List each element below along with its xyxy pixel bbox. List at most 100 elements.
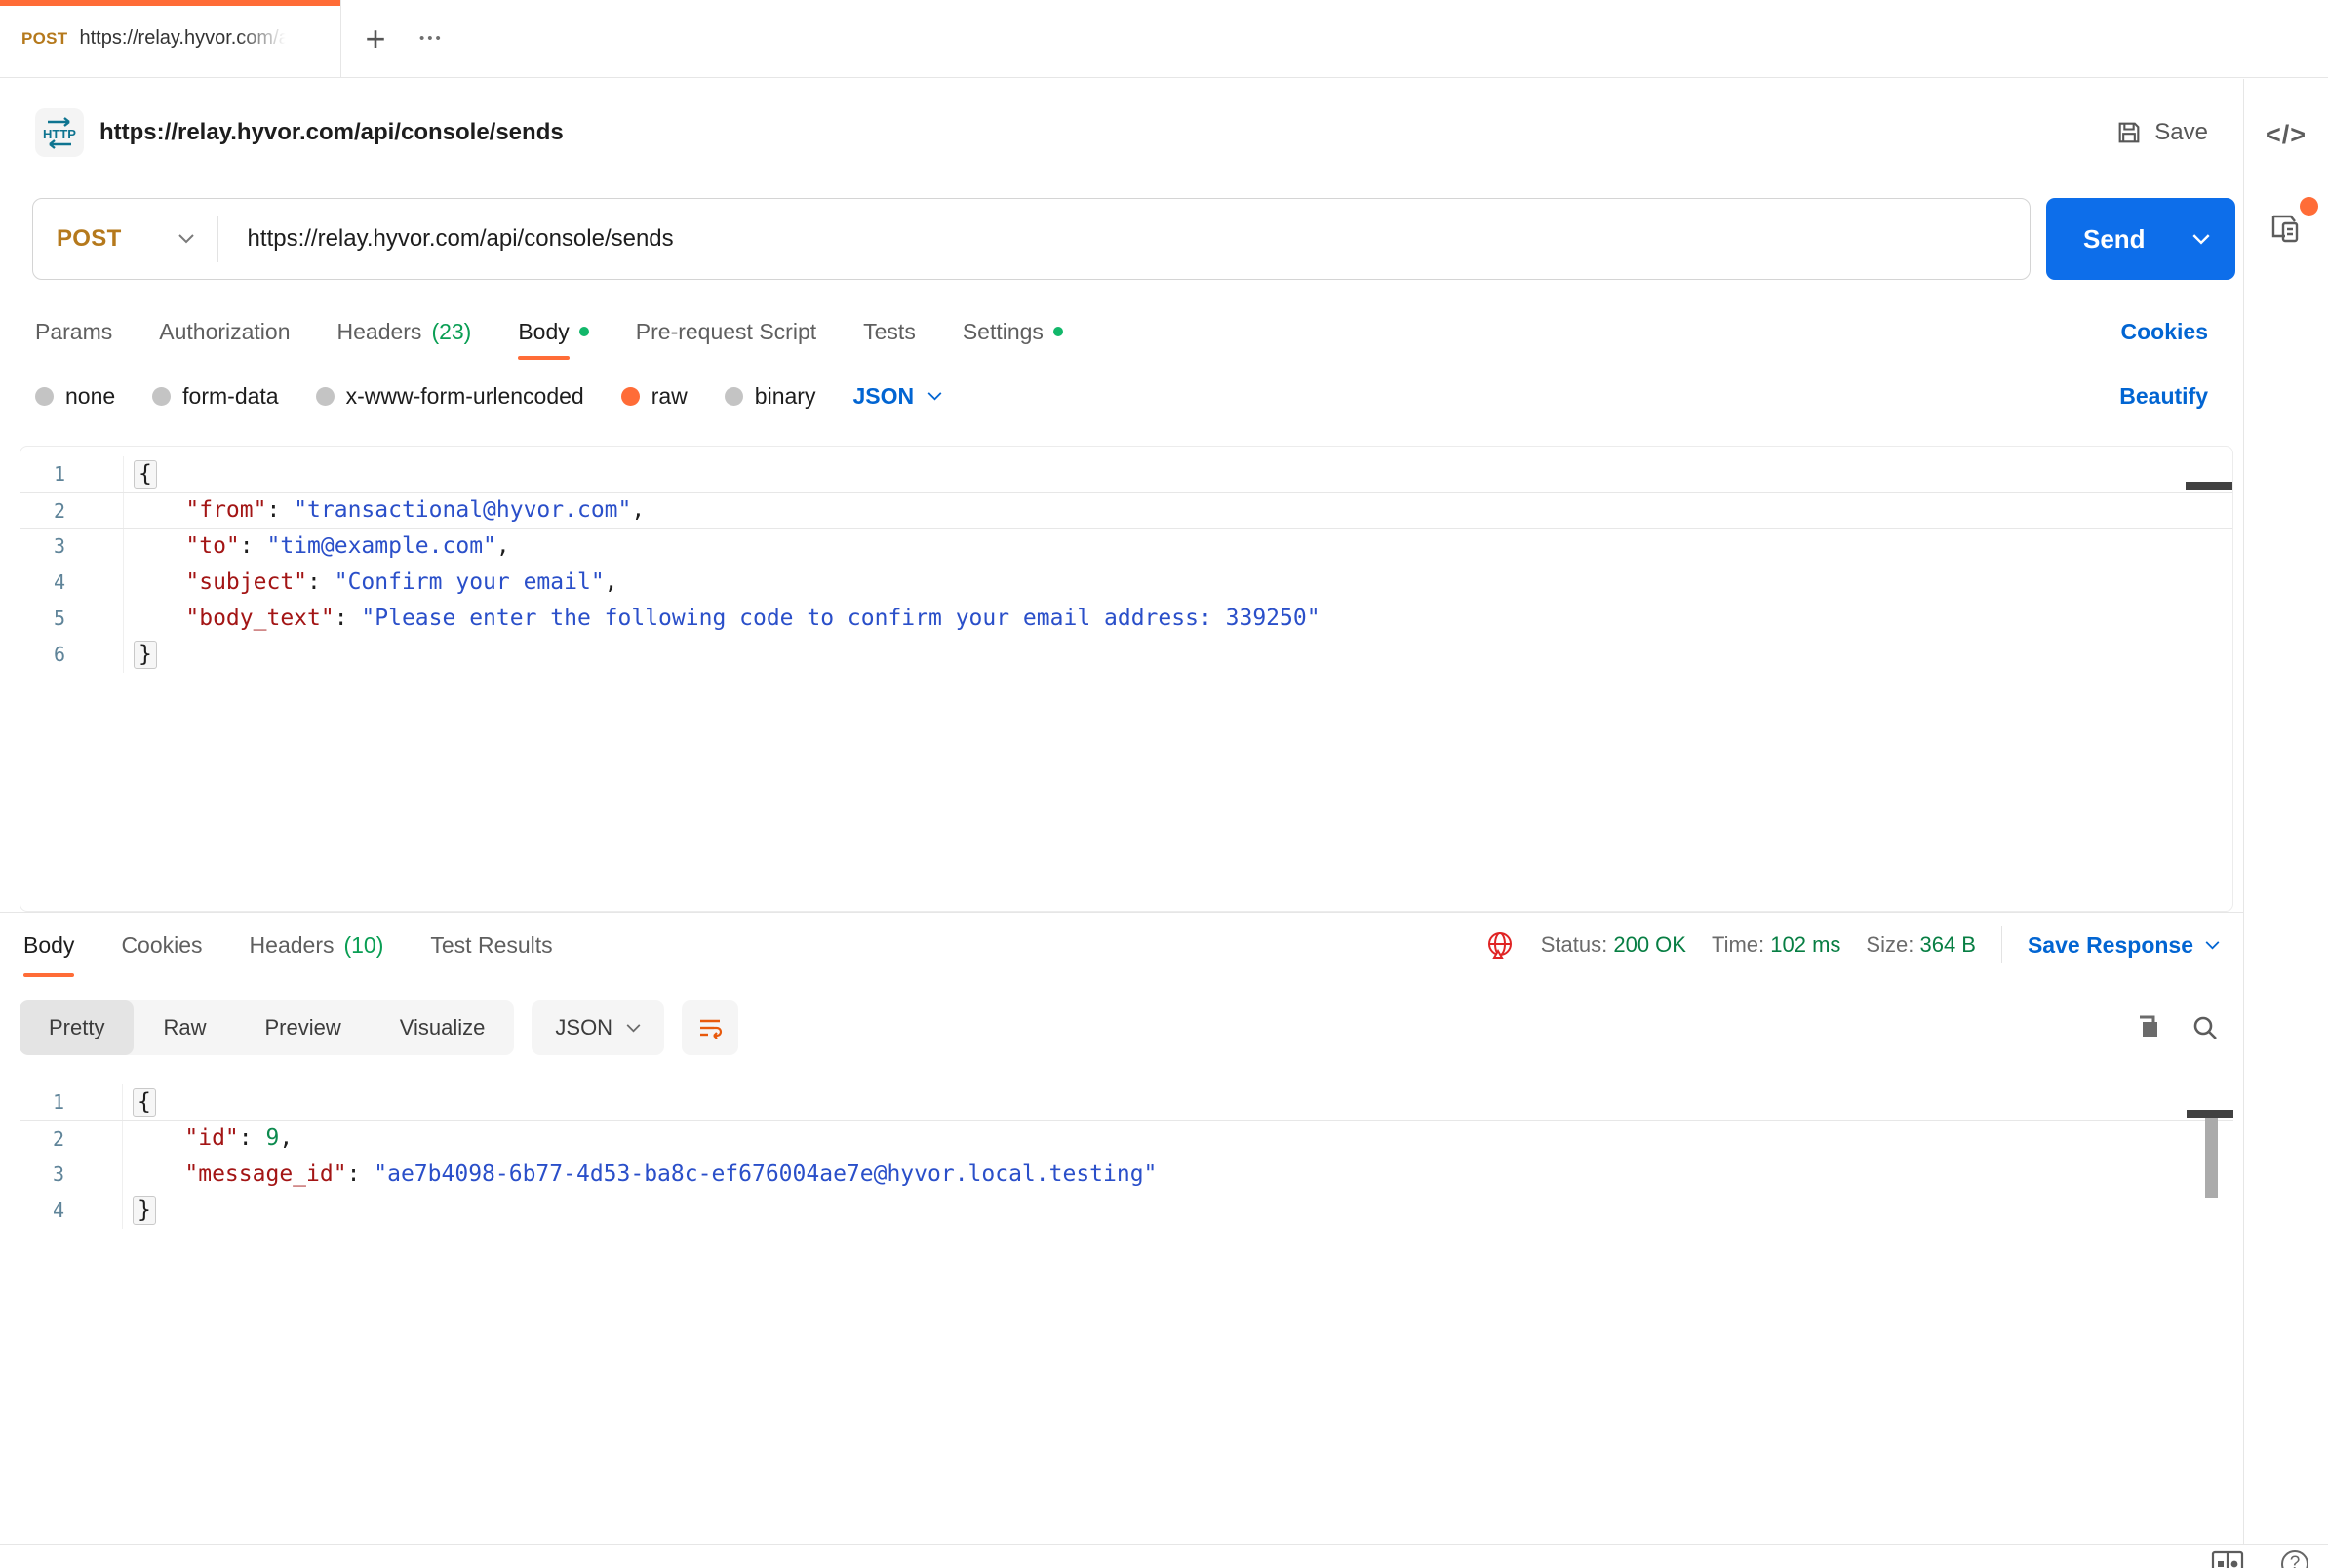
response-body-editor[interactable]: 1{2 "id": 9,3 "message_id": "ae7b4098-6b… <box>20 1075 2233 1515</box>
size-badge: Size: 364 B <box>1866 932 1976 958</box>
code-snippet-icon[interactable]: </> <box>2266 120 2307 150</box>
method-select[interactable]: POST <box>33 225 217 253</box>
tab-body[interactable]: Body <box>518 303 588 360</box>
save-response-button[interactable]: Save Response <box>2028 932 2220 959</box>
help-icon[interactable]: ? <box>2281 1550 2308 1568</box>
response-headers-count: (10) <box>343 932 383 959</box>
mode-x-www-form-urlencoded[interactable]: x-www-form-urlencoded <box>316 383 584 410</box>
tab-url-label: https://relay.hyvor.com/a <box>80 27 290 50</box>
line-number: 4 <box>20 565 65 601</box>
svg-text:HTTP: HTTP <box>43 127 76 141</box>
network-warning-icon[interactable] <box>1484 929 1516 960</box>
code-line[interactable]: 3 "message_id": "ae7b4098-6b77-4d53-ba8c… <box>20 1156 2233 1193</box>
line-number: 2 <box>20 1121 64 1156</box>
page-title: https://relay.hyvor.com/api/console/send… <box>99 119 564 146</box>
code-line[interactable]: 4 "subject": "Confirm your email", <box>20 565 2232 601</box>
response-actions <box>2134 1013 2220 1042</box>
request-tabs: Params Authorization Headers(23) Body Pr… <box>0 303 2243 360</box>
mode-none[interactable]: none <box>35 383 115 410</box>
divider <box>2001 926 2002 963</box>
radio-icon <box>725 387 743 406</box>
http-method-icon: HTTP <box>35 108 84 157</box>
code-line[interactable]: 1{ <box>20 1084 2233 1120</box>
context-sidebar: </> <box>2243 79 2328 1544</box>
code-line[interactable]: 6} <box>20 637 2232 673</box>
line-number: 1 <box>20 456 65 492</box>
documentation-icon[interactable] <box>2266 207 2307 253</box>
response-tabs: Body Cookies Headers(10) Test Results St… <box>0 913 2243 977</box>
code-line[interactable]: 5 "body_text": "Please enter the followi… <box>20 601 2232 637</box>
url-input[interactable]: https://relay.hyvor.com/api/console/send… <box>218 225 674 253</box>
wrap-text-icon <box>696 1014 724 1041</box>
time-badge: Time: 102 ms <box>1712 932 1840 958</box>
save-label: Save <box>2154 119 2208 146</box>
radio-icon <box>152 387 171 406</box>
url-box: POST https://relay.hyvor.com/api/console… <box>32 198 2031 280</box>
line-number: 2 <box>20 493 65 528</box>
view-preview[interactable]: Preview <box>235 1000 370 1055</box>
radio-icon <box>35 387 54 406</box>
scrollbar-thumb[interactable] <box>2186 482 2232 490</box>
response-tab-cookies[interactable]: Cookies <box>121 913 202 977</box>
chevron-down-icon <box>2205 941 2220 950</box>
bottom-bar: ? <box>0 1544 2328 1568</box>
radio-icon <box>316 387 335 406</box>
response-language-select[interactable]: JSON <box>532 1000 664 1055</box>
search-icon[interactable] <box>2190 1013 2220 1042</box>
copy-icon[interactable] <box>2134 1013 2163 1042</box>
response-tab-headers[interactable]: Headers(10) <box>250 913 384 977</box>
request-header: HTTP https://relay.hyvor.com/api/console… <box>0 79 2243 186</box>
green-dot-icon <box>1053 327 1063 336</box>
beautify-link[interactable]: Beautify <box>2119 383 2208 410</box>
green-dot-icon <box>579 327 589 336</box>
mode-form-data[interactable]: form-data <box>152 383 278 410</box>
cookies-link[interactable]: Cookies <box>2121 319 2208 345</box>
url-row: POST https://relay.hyvor.com/api/console… <box>32 198 2235 280</box>
save-icon <box>2115 119 2143 146</box>
chevron-down-icon <box>178 234 194 244</box>
send-button[interactable]: Send <box>2046 198 2235 280</box>
two-pane-icon[interactable] <box>2211 1550 2244 1568</box>
tab-tests[interactable]: Tests <box>863 303 916 360</box>
line-number: 1 <box>20 1084 64 1120</box>
request-body-editor[interactable]: 1{2 "from": "transactional@hyvor.com",3 … <box>20 446 2233 912</box>
code-line[interactable]: 4} <box>20 1193 2233 1229</box>
line-number: 4 <box>20 1193 64 1229</box>
tab-authorization[interactable]: Authorization <box>159 303 290 360</box>
response-tab-body[interactable]: Body <box>23 913 74 977</box>
code-line[interactable]: 3 "to": "tim@example.com", <box>20 529 2232 565</box>
tab-pre-request-script[interactable]: Pre-request Script <box>636 303 816 360</box>
line-number: 3 <box>20 529 65 565</box>
request-language-select[interactable]: JSON <box>852 383 942 410</box>
scrollbar-thumb[interactable] <box>2205 1118 2218 1198</box>
tab-settings[interactable]: Settings <box>963 303 1063 360</box>
save-button[interactable]: Save <box>2106 111 2218 154</box>
postman-app: POST https://relay.hyvor.com/a + ••• HTT… <box>0 0 2328 1568</box>
mode-binary[interactable]: binary <box>725 383 816 410</box>
mode-raw[interactable]: raw <box>621 383 688 410</box>
chevron-down-icon <box>927 392 942 401</box>
tab-options-icon[interactable]: ••• <box>410 0 454 77</box>
new-tab-button[interactable]: + <box>341 0 410 77</box>
tab-params[interactable]: Params <box>35 303 112 360</box>
main-content: HTTP https://relay.hyvor.com/api/console… <box>0 79 2243 1544</box>
radio-icon <box>621 387 640 406</box>
line-number: 3 <box>20 1156 64 1193</box>
body-mode-row: none form-data x-www-form-urlencoded raw… <box>0 370 2243 422</box>
view-pretty[interactable]: Pretty <box>20 1000 134 1055</box>
response-tab-test-results[interactable]: Test Results <box>430 913 552 977</box>
request-tab[interactable]: POST https://relay.hyvor.com/a <box>0 0 341 77</box>
code-line[interactable]: 1{ <box>20 456 2232 492</box>
view-raw[interactable]: Raw <box>134 1000 235 1055</box>
notification-dot <box>2300 197 2318 216</box>
response-toolbar: Pretty Raw Preview Visualize JSON <box>0 1000 2243 1055</box>
scrollbar-thumb[interactable] <box>2187 1110 2233 1118</box>
code-line[interactable]: 2 "id": 9, <box>20 1120 2233 1156</box>
tab-headers[interactable]: Headers(23) <box>337 303 472 360</box>
chevron-down-icon <box>2192 234 2210 245</box>
wrap-text-button[interactable] <box>682 1000 738 1055</box>
headers-count: (23) <box>431 319 471 345</box>
code-line[interactable]: 2 "from": "transactional@hyvor.com", <box>20 492 2232 529</box>
view-visualize[interactable]: Visualize <box>371 1000 515 1055</box>
method-label: POST <box>57 225 122 253</box>
